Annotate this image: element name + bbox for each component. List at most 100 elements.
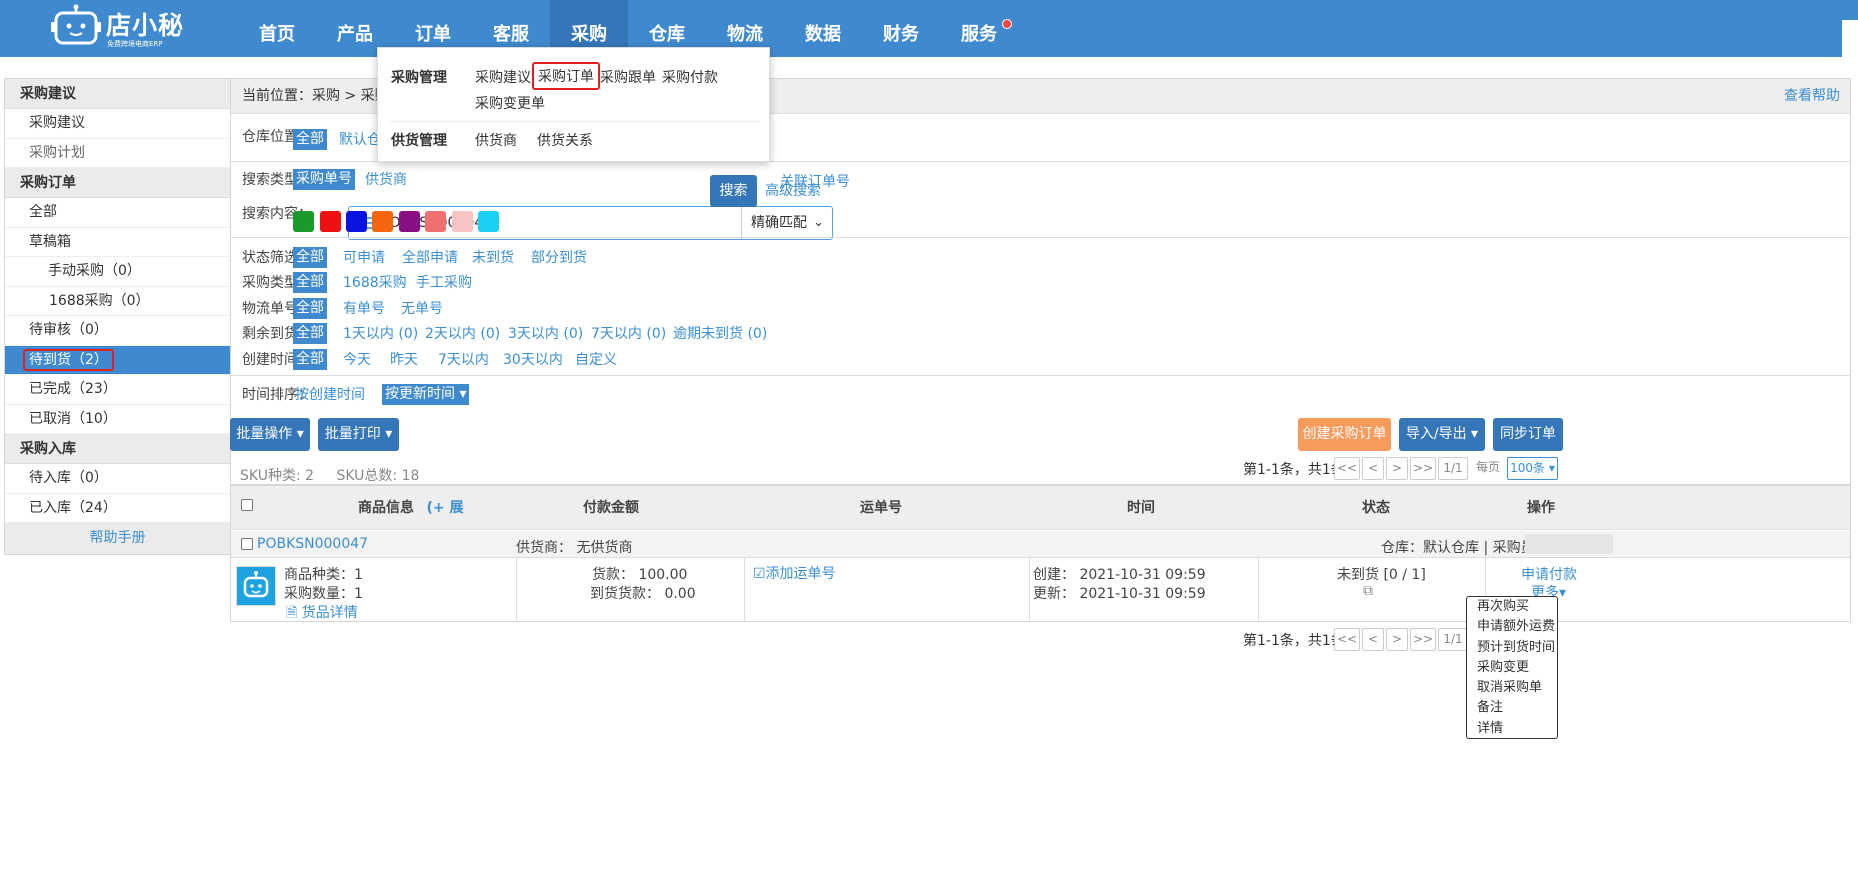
remaining-overdue-option[interactable]: 逾期未到货 (0) bbox=[673, 323, 767, 343]
tracking-none-option[interactable]: 无单号 bbox=[401, 298, 443, 318]
batch-operation-button[interactable]: 批量操作 ▾ bbox=[230, 418, 310, 451]
color-tag-pink[interactable] bbox=[452, 211, 473, 232]
sidebar-item-1688[interactable]: 1688采购（0） bbox=[5, 287, 230, 316]
sort-by-created-option[interactable]: 按创建时间 bbox=[295, 384, 365, 404]
advanced-search-link[interactable]: 高级搜索 bbox=[765, 180, 821, 200]
divider bbox=[1029, 558, 1030, 622]
tracking-has-option[interactable]: 有单号 bbox=[343, 298, 385, 318]
sidebar-item-pending-review[interactable]: 待审核（0） bbox=[5, 316, 230, 346]
menu-item-change[interactable]: 采购变更 bbox=[1467, 658, 1557, 678]
menu-item-eta[interactable]: 预计到货时间 bbox=[1467, 638, 1557, 658]
color-tag-cyan[interactable] bbox=[478, 211, 499, 232]
match-mode-select[interactable]: 精确匹配 ⌄ bbox=[741, 207, 832, 239]
sidebar-item-cancelled[interactable]: 已取消（10） bbox=[5, 405, 230, 434]
search-button[interactable]: 搜索 bbox=[710, 175, 757, 207]
sidebar-item-all[interactable]: 全部 bbox=[5, 198, 230, 228]
brand-logo[interactable]: 店小秘 免费跨境电商ERP bbox=[50, 2, 210, 52]
sidebar-item-suggestions[interactable]: 采购建议 bbox=[5, 109, 230, 139]
menu-link-payments[interactable]: 采购付款 bbox=[662, 67, 718, 87]
status-not-arrived-option[interactable]: 未到货 bbox=[472, 247, 514, 267]
sidebar-item-completed[interactable]: 已完成（23） bbox=[5, 375, 230, 405]
add-tracking-link[interactable]: ☑添加运单号 bbox=[753, 563, 836, 583]
apply-payment-link[interactable]: 申请付款 bbox=[1521, 564, 1577, 584]
color-tag-salmon[interactable] bbox=[425, 211, 446, 232]
nav-home[interactable]: 首页 bbox=[238, 0, 316, 57]
batch-print-button[interactable]: 批量打印 ▾ bbox=[318, 418, 399, 451]
user-menu-tab[interactable] bbox=[1842, 20, 1858, 57]
pager-prev-button-bottom[interactable]: < bbox=[1362, 628, 1384, 651]
sidebar-item-to-inbound[interactable]: 待入库（0） bbox=[5, 464, 230, 494]
notification-dot bbox=[1002, 19, 1012, 29]
color-tag-green[interactable] bbox=[293, 211, 314, 232]
remaining-1day-option[interactable]: 1天以内 (0) bbox=[343, 323, 418, 343]
per-page-select[interactable]: 100条 ▾ bbox=[1507, 457, 1558, 480]
purchase-type-manual-option[interactable]: 手工采购 bbox=[416, 272, 472, 292]
updated-time: 更新： 2021-10-31 09:59 bbox=[1033, 586, 1206, 602]
color-tag-purple[interactable] bbox=[399, 211, 420, 232]
sidebar-item-plan[interactable]: 采购计划 bbox=[5, 139, 230, 168]
status-applicable-option[interactable]: 可申请 bbox=[343, 247, 385, 267]
product-thumbnail[interactable] bbox=[236, 566, 276, 606]
view-help-link[interactable]: 查看帮助 bbox=[1784, 79, 1840, 114]
menu-link-purchase-orders[interactable]: 采购订单 bbox=[532, 62, 600, 90]
remaining-2day-option[interactable]: 2天以内 (0) bbox=[425, 323, 500, 343]
sku-summary: SKU种类: 2 SKU总数: 18 bbox=[240, 465, 419, 485]
menu-link-suggestions[interactable]: 采购建议 bbox=[475, 67, 531, 87]
pager-next-button[interactable]: > bbox=[1386, 457, 1408, 480]
create-purchase-order-button[interactable]: 创建采购订单 bbox=[1298, 418, 1391, 451]
color-tag-orange[interactable] bbox=[372, 211, 393, 232]
sidebar-item-inbound-done[interactable]: 已入库（24） bbox=[5, 494, 230, 523]
remaining-7day-option[interactable]: 7天以内 (0) bbox=[591, 323, 666, 343]
purchase-type-1688-option[interactable]: 1688采购 bbox=[343, 272, 407, 292]
pager-last-button[interactable]: >> bbox=[1410, 457, 1436, 480]
color-tag-blue[interactable] bbox=[346, 211, 367, 232]
tracking-all-chip[interactable]: 全部 bbox=[293, 298, 327, 319]
purchase-type-all-chip[interactable]: 全部 bbox=[293, 272, 327, 293]
status-all-applied-option[interactable]: 全部申请 bbox=[402, 247, 458, 267]
menu-link-supply-relations[interactable]: 供货关系 bbox=[537, 130, 593, 150]
pager-first-button[interactable]: << bbox=[1334, 457, 1360, 480]
pager-first-button-bottom[interactable]: << bbox=[1334, 628, 1360, 651]
remaining-all-chip[interactable]: 全部 bbox=[293, 323, 327, 344]
created-today-option[interactable]: 今天 bbox=[343, 349, 371, 369]
sidebar-item-awaiting-arrival[interactable]: 待到货（2） bbox=[5, 345, 230, 375]
search-type-po-chip[interactable]: 采购单号 bbox=[293, 169, 355, 190]
menu-item-rebuy[interactable]: 再次购买 bbox=[1467, 597, 1557, 617]
menu-item-cancel[interactable]: 取消采购单 bbox=[1467, 678, 1557, 698]
import-export-button[interactable]: 导入/导出 ▾ bbox=[1399, 418, 1485, 451]
expand-all-link[interactable]: (+ 展开) bbox=[420, 486, 470, 560]
warehouse-all-chip[interactable]: 全部 bbox=[293, 129, 327, 150]
created-custom-option[interactable]: 自定义 bbox=[575, 349, 617, 369]
menu-link-change-orders[interactable]: 采购变更单 bbox=[475, 93, 545, 113]
pager-prev-button[interactable]: < bbox=[1362, 457, 1384, 480]
sort-by-updated-chip[interactable]: 按更新时间 ▾ bbox=[382, 384, 470, 405]
status-partial-option[interactable]: 部分到货 bbox=[531, 247, 587, 267]
menu-item-remark[interactable]: 备注 bbox=[1467, 698, 1557, 718]
order-checkbox[interactable] bbox=[241, 538, 253, 550]
created-yesterday-option[interactable]: 昨天 bbox=[390, 349, 418, 369]
menu-link-suppliers[interactable]: 供货商 bbox=[475, 130, 517, 150]
sidebar-item-manual[interactable]: 手动采购（0） bbox=[5, 257, 230, 287]
remaining-3day-option[interactable]: 3天以内 (0) bbox=[508, 323, 583, 343]
nav-finance[interactable]: 财务 bbox=[862, 0, 940, 57]
menu-link-tracking[interactable]: 采购跟单 bbox=[600, 67, 656, 87]
search-type-supplier-option[interactable]: 供货商 bbox=[365, 169, 407, 189]
pager-last-button-bottom[interactable]: >> bbox=[1410, 628, 1436, 651]
sidebar-item-drafts[interactable]: 草稿箱 bbox=[5, 228, 230, 257]
select-all-checkbox[interactable] bbox=[241, 499, 253, 511]
menu-item-extra-shipping[interactable]: 申请额外运费 bbox=[1467, 617, 1557, 637]
nav-data[interactable]: 数据 bbox=[784, 0, 862, 57]
goods-detail-link[interactable]: 🗎 货品详情 bbox=[286, 602, 358, 626]
created-all-chip[interactable]: 全部 bbox=[293, 349, 327, 370]
created-7days-option[interactable]: 7天以内 bbox=[438, 349, 489, 369]
created-30days-option[interactable]: 30天以内 bbox=[503, 349, 563, 369]
menu-item-details[interactable]: 详情 bbox=[1467, 719, 1557, 739]
color-tag-red[interactable] bbox=[320, 211, 341, 232]
search-input[interactable]: POBKSN000047 精确匹配 ⌄ bbox=[348, 206, 833, 240]
pager-next-button-bottom[interactable]: > bbox=[1386, 628, 1408, 651]
status-detail-icon[interactable]: ⧉ bbox=[1363, 583, 1373, 599]
sync-orders-button[interactable]: 同步订单 bbox=[1493, 418, 1563, 451]
order-number-link[interactable]: POBKSN000047 bbox=[257, 536, 368, 552]
help-manual-link[interactable]: 帮助手册 bbox=[5, 523, 230, 554]
status-all-chip[interactable]: 全部 bbox=[293, 247, 327, 268]
